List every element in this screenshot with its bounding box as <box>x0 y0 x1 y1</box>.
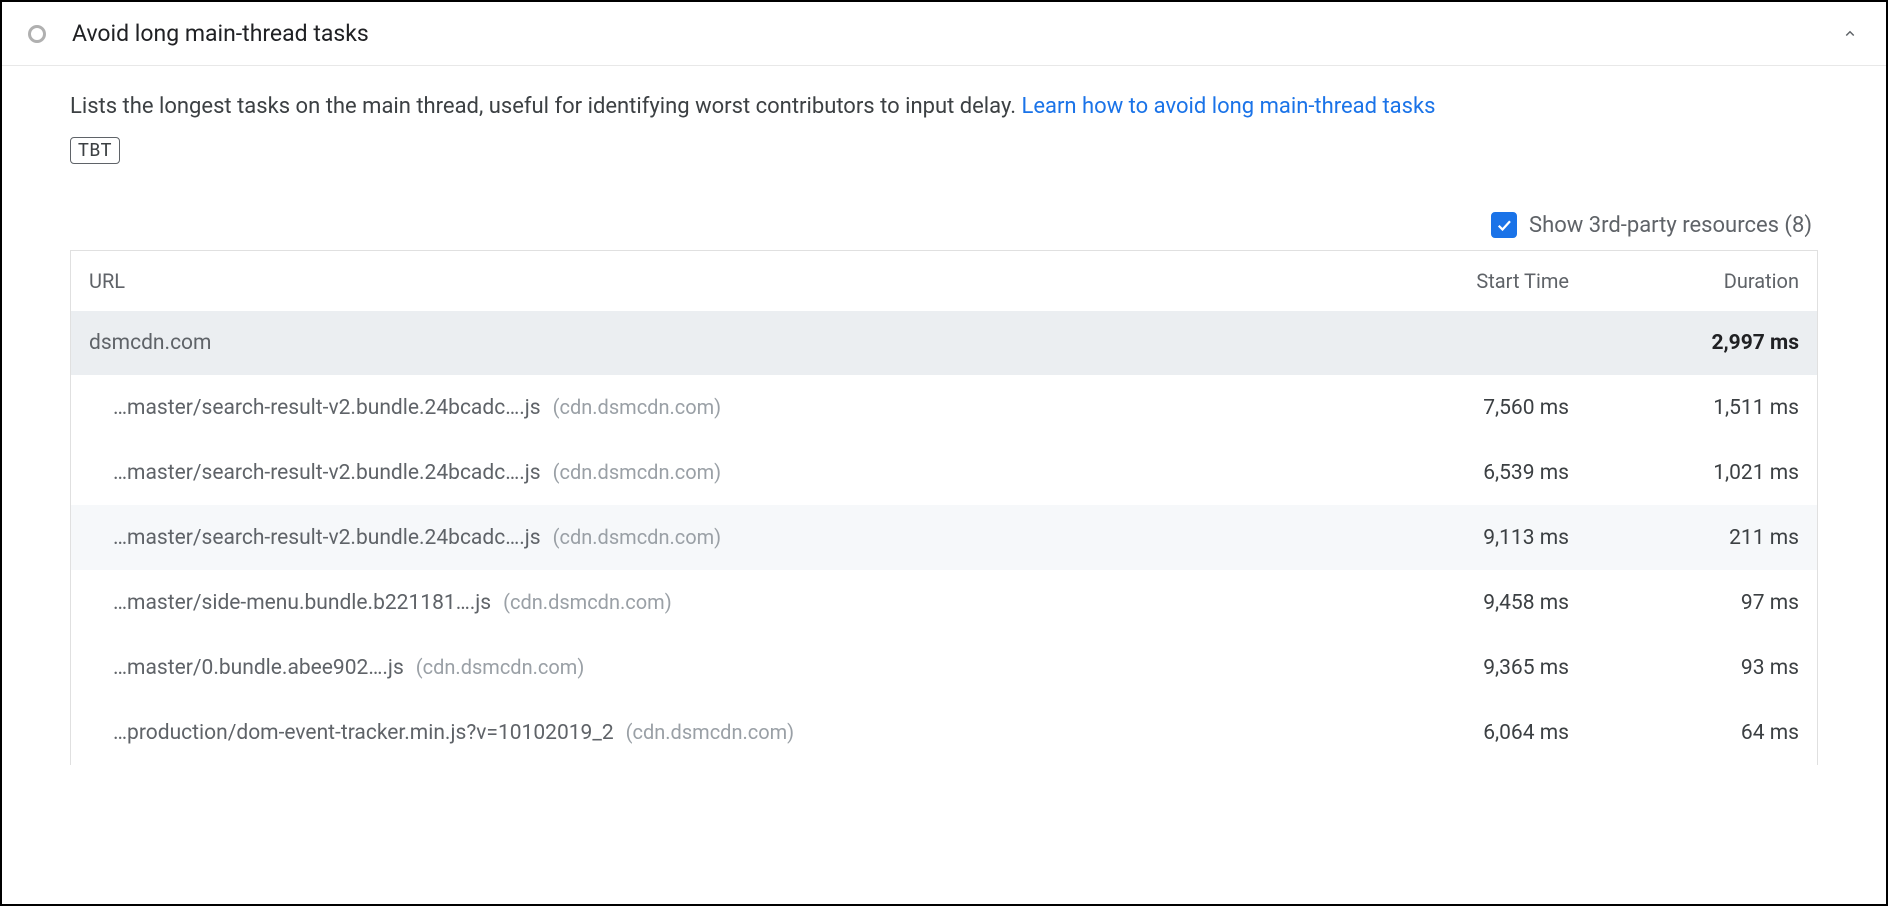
row-url-path: …production/dom-event-tracker.min.js?v=1… <box>113 721 614 745</box>
audit-body: Lists the longest tasks on the main thre… <box>2 66 1886 789</box>
row-url-path: …master/search-result-v2.bundle.24bcadc…… <box>113 526 541 550</box>
audit-panel: Avoid long main-thread tasks Lists the l… <box>0 0 1888 906</box>
table-row[interactable]: …master/side-menu.bundle.b221181….js (cdn… <box>71 570 1817 635</box>
group-host: dsmcdn.com <box>89 331 1369 355</box>
column-header-url: URL <box>89 269 1369 293</box>
audit-title: Avoid long main-thread tasks <box>72 20 1840 47</box>
row-url-host: (cdn.dsmcdn.com) <box>626 720 795 744</box>
row-url-host: (cdn.dsmcdn.com) <box>553 395 722 419</box>
checkmark-icon <box>1495 216 1513 234</box>
third-party-label: Show 3rd-party resources (8) <box>1529 213 1812 238</box>
row-url-path: …master/0.bundle.abee902….js <box>113 656 404 680</box>
table-header-row: URL Start Time Duration <box>71 251 1817 311</box>
learn-more-link[interactable]: Learn how to avoid long main-thread task… <box>1021 94 1435 119</box>
table-row[interactable]: …production/dom-event-tracker.min.js?v=1… <box>71 700 1817 765</box>
row-duration: 64 ms <box>1569 721 1799 745</box>
column-header-duration: Duration <box>1569 269 1799 293</box>
row-url-host: (cdn.dsmcdn.com) <box>416 655 585 679</box>
group-row[interactable]: dsmcdn.com 2,997 ms <box>71 311 1817 375</box>
row-start: 6,539 ms <box>1369 461 1569 485</box>
tasks-table: URL Start Time Duration dsmcdn.com 2,997… <box>70 250 1818 765</box>
row-duration: 1,021 ms <box>1569 461 1799 485</box>
group-duration: 2,997 ms <box>1569 331 1799 355</box>
row-duration: 211 ms <box>1569 526 1799 550</box>
row-url-host: (cdn.dsmcdn.com) <box>553 460 722 484</box>
column-header-start: Start Time <box>1369 269 1569 293</box>
third-party-checkbox[interactable] <box>1491 212 1517 238</box>
row-url-host: (cdn.dsmcdn.com) <box>503 590 672 614</box>
table-row[interactable]: …master/search-result-v2.bundle.24bcadc…… <box>71 440 1817 505</box>
table-row[interactable]: …master/search-result-v2.bundle.24bcadc…… <box>71 505 1817 570</box>
group-start <box>1369 331 1569 355</box>
row-url-path: …master/search-result-v2.bundle.24bcadc…… <box>113 461 541 485</box>
third-party-toggle-row: Show 3rd-party resources (8) <box>70 212 1818 238</box>
status-indicator-icon <box>28 25 46 43</box>
row-start: 6,064 ms <box>1369 721 1569 745</box>
row-duration: 93 ms <box>1569 656 1799 680</box>
row-start: 9,113 ms <box>1369 526 1569 550</box>
table-row[interactable]: …master/0.bundle.abee902….js (cdn.dsmcdn.… <box>71 635 1817 700</box>
row-url-path: …master/side-menu.bundle.b221181….js <box>113 591 491 615</box>
row-duration: 97 ms <box>1569 591 1799 615</box>
row-url-path: …master/search-result-v2.bundle.24bcadc…… <box>113 396 541 420</box>
tbt-badge: TBT <box>70 137 120 164</box>
row-duration: 1,511 ms <box>1569 396 1799 420</box>
row-url-host: (cdn.dsmcdn.com) <box>553 525 722 549</box>
chevron-up-icon <box>1841 25 1859 43</box>
row-start: 9,458 ms <box>1369 591 1569 615</box>
table-row[interactable]: …master/search-result-v2.bundle.24bcadc…… <box>71 375 1817 440</box>
audit-header[interactable]: Avoid long main-thread tasks <box>2 2 1886 66</box>
collapse-toggle[interactable] <box>1840 24 1860 44</box>
description-text: Lists the longest tasks on the main thre… <box>70 94 1021 119</box>
row-start: 7,560 ms <box>1369 396 1569 420</box>
row-start: 9,365 ms <box>1369 656 1569 680</box>
audit-description: Lists the longest tasks on the main thre… <box>70 90 1818 123</box>
